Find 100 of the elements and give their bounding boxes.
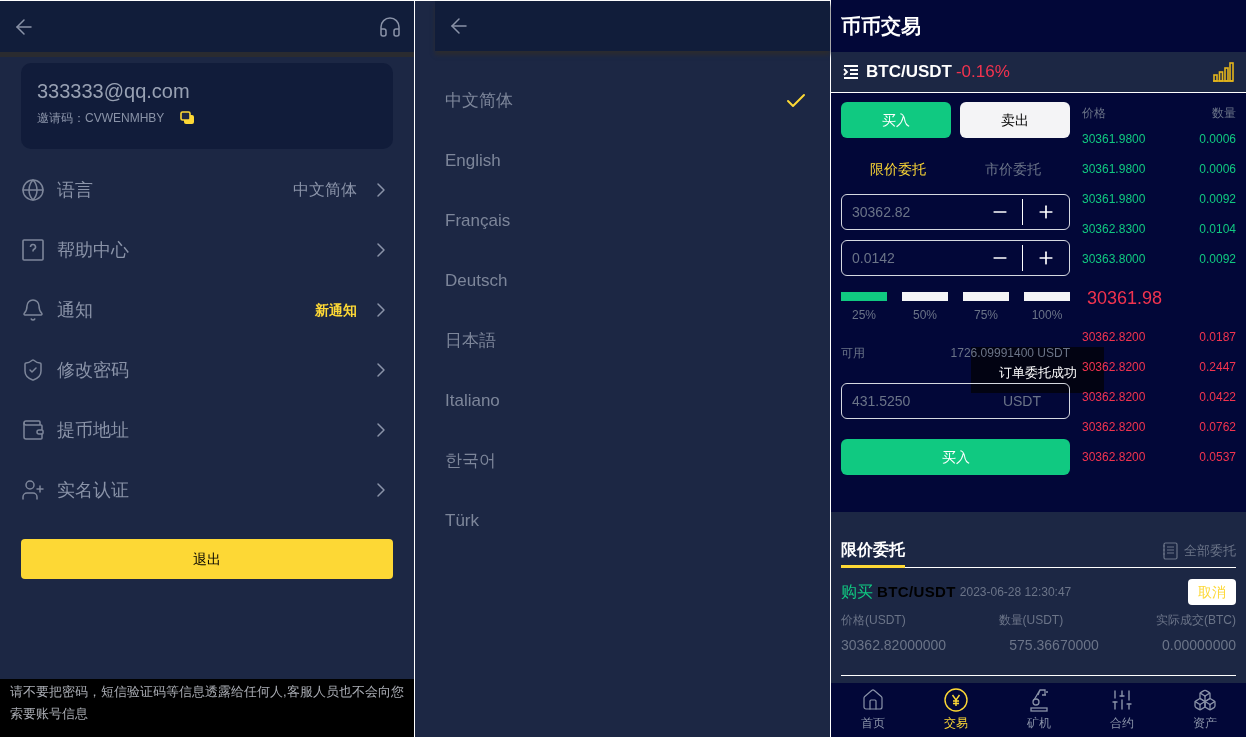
order-value: 575.36670000 <box>1009 635 1099 655</box>
cubes-icon <box>1192 688 1217 712</box>
percent-label: 100% <box>1031 307 1063 324</box>
input-field[interactable]: 0.0142 <box>841 240 1070 276</box>
ask-quantity: 0.0537 <box>1199 449 1236 466</box>
list-icon[interactable] <box>843 65 859 79</box>
buy-button[interactable]: 买入 <box>841 439 1070 475</box>
language-option[interactable]: Français <box>415 191 830 251</box>
input-field[interactable]: 431.5250 USDT <box>841 383 1070 419</box>
page-title: 币币交易 <box>841 14 921 39</box>
side-tab[interactable]: 卖出 <box>960 102 1070 138</box>
percent-option[interactable]: 25% <box>841 292 887 324</box>
yen-icon <box>943 688 968 712</box>
all-orders-link[interactable]: 全部委托 <box>1184 540 1236 561</box>
order-side: 购买 <box>841 582 873 602</box>
bid-price: 30363.8000 <box>1082 251 1146 268</box>
copy-icon[interactable] <box>180 111 197 125</box>
wallet-icon <box>21 418 45 442</box>
menu-label: 修改密码 <box>57 358 130 382</box>
menu-label: 通知 <box>57 298 94 322</box>
nav-label: 首页 <box>860 715 885 732</box>
language-option[interactable]: 한국어 <box>415 431 830 491</box>
order-pair: BTC/USDT <box>877 581 956 602</box>
column-header: 价格 <box>1082 105 1106 122</box>
order-type-tab[interactable]: 市价委托 <box>955 158 1070 180</box>
language-label: English <box>445 150 501 173</box>
language-option[interactable]: 中文简体 <box>415 71 830 131</box>
globe-icon <box>21 178 45 202</box>
ask-price: 30362.8200 <box>1082 419 1146 436</box>
menu-item[interactable]: 实名认证 <box>0 460 414 520</box>
menu-item[interactable]: 帮助中心 <box>0 220 414 280</box>
ask-price: 30362.8200 <box>1082 359 1146 376</box>
bid-quantity: 0.0006 <box>1199 161 1236 178</box>
last-price: 30361.98 <box>1087 286 1163 310</box>
percent-option[interactable]: 75% <box>963 292 1009 324</box>
language-label: Italiano <box>445 390 500 413</box>
nav-tab[interactable]: 矿机 <box>997 683 1080 737</box>
language-label: Deutsch <box>445 270 508 293</box>
order-type-tab[interactable]: 限价委托 <box>841 158 956 180</box>
language-option[interactable]: 日本語 <box>415 311 830 371</box>
logout-button[interactable]: 退出 <box>21 539 393 579</box>
language-label: Türk <box>445 510 479 533</box>
user-plus-icon <box>21 478 45 502</box>
menu-label: 实名认证 <box>57 478 130 502</box>
sliders-icon <box>1109 688 1134 712</box>
ask-quantity: 0.2447 <box>1199 359 1236 376</box>
invite-code: 邀请码：CVWENMHBY <box>37 110 165 127</box>
language-label: 日本語 <box>445 330 496 353</box>
available-label: 可用 <box>841 346 865 360</box>
menu-value: 中文简体 <box>293 180 357 200</box>
available-balance: 1726.09991400 USDT <box>950 346 1070 360</box>
shield-icon <box>21 358 45 382</box>
order-time: 2023-06-28 12:30:47 <box>959 584 1072 601</box>
bid-quantity: 0.0092 <box>1199 191 1236 208</box>
nav-tab[interactable]: 首页 <box>831 683 914 737</box>
menu-item[interactable]: 通知 新通知 <box>0 280 414 340</box>
nav-label: 合约 <box>1109 715 1134 732</box>
bid-quantity: 0.0092 <box>1199 251 1236 268</box>
column-label: 数量(USDT) <box>998 612 1064 629</box>
order-value: 30362.82000000 <box>841 635 947 655</box>
language-option[interactable]: Deutsch <box>415 251 830 311</box>
bell-icon <box>21 298 45 322</box>
nav-tab[interactable]: 资产 <box>1163 683 1246 737</box>
menu-item[interactable]: 修改密码 <box>0 340 414 400</box>
bid-price: 30361.9800 <box>1082 131 1146 148</box>
language-option[interactable]: Türk <box>415 491 830 551</box>
bid-quantity: 0.0104 <box>1199 221 1236 238</box>
column-header: 数量 <box>1212 105 1236 122</box>
input-field[interactable]: 30362.82 <box>841 194 1070 230</box>
nav-tab[interactable]: 交易 <box>914 683 997 737</box>
side-tab[interactable]: 买入 <box>841 102 951 138</box>
nav-label: 资产 <box>1192 715 1217 732</box>
nav-label: 矿机 <box>1026 715 1051 732</box>
menu-value: 新通知 <box>315 300 357 320</box>
pair-name[interactable]: BTC/USDT <box>866 59 952 85</box>
headset-icon[interactable] <box>378 14 402 39</box>
bid-price: 30362.8300 <box>1082 221 1146 238</box>
chart-bars-icon[interactable] <box>1212 62 1234 82</box>
nav-label: 交易 <box>943 715 968 732</box>
price-change: -0.16% <box>955 61 1010 84</box>
menu-item[interactable]: 语言 中文简体 <box>0 160 414 220</box>
percent-label: 50% <box>913 307 937 324</box>
percent-option[interactable]: 50% <box>902 292 948 324</box>
menu-label: 语言 <box>57 178 94 202</box>
percent-option[interactable]: 100% <box>1024 292 1070 324</box>
language-option[interactable]: English <box>415 131 830 191</box>
security-notice: 请不要把密码，短信验证码等信息透露给任何人,客服人员也不会向您索要账号信息 <box>10 683 404 723</box>
menu-label: 提币地址 <box>57 418 130 442</box>
document-icon <box>1162 541 1178 560</box>
menu-item[interactable]: 提币地址 <box>0 400 414 460</box>
menu-label: 帮助中心 <box>57 238 130 262</box>
ask-quantity: 0.0422 <box>1199 389 1236 406</box>
orders-tab[interactable]: 限价委托 <box>841 534 905 568</box>
language-option[interactable]: Italiano <box>415 371 830 431</box>
unit-label: USDT <box>1002 391 1041 411</box>
ask-quantity: 0.0762 <box>1199 419 1236 436</box>
email: 333333@qq.com <box>37 79 191 103</box>
nav-tab[interactable]: 合约 <box>1080 683 1163 737</box>
ask-quantity: 0.0187 <box>1199 329 1236 346</box>
bid-price: 30361.9800 <box>1082 161 1146 178</box>
